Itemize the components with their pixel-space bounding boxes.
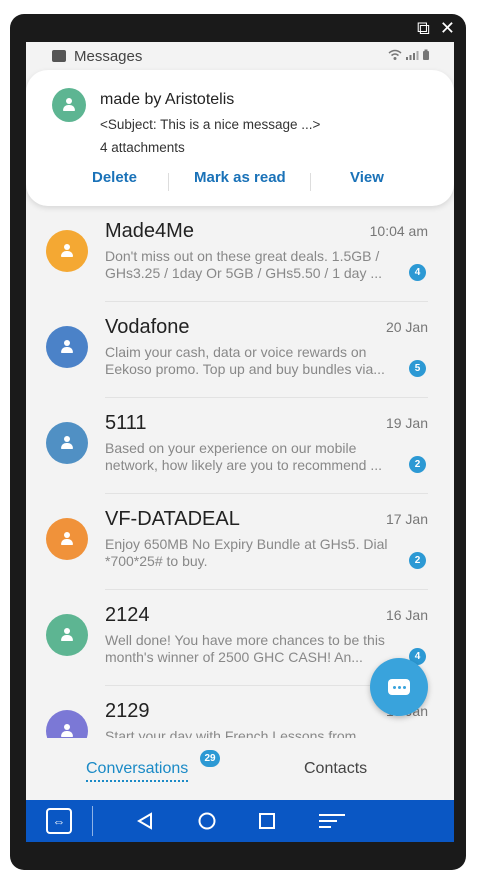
contact-avatar (46, 422, 88, 464)
navigation-bar: ⇔ (26, 800, 454, 842)
view-button[interactable]: View (350, 169, 384, 186)
conversation-preview: Enjoy 650MB No Expiry Bundle at GHs5. Di… (105, 536, 388, 569)
phone-screen: Messages made by Aristotelis <Subject: T… (26, 42, 454, 842)
mark-as-read-button[interactable]: Mark as read (194, 169, 286, 186)
contact-avatar (46, 230, 88, 272)
delete-button[interactable]: Delete (92, 169, 137, 186)
recents-icon (259, 813, 275, 829)
recents-button[interactable] (254, 800, 280, 842)
conversation-item[interactable]: Vodafone 20 Jan Claim your cash, data or… (26, 302, 454, 398)
conversation-name: Vodafone (105, 316, 190, 338)
home-button[interactable] (194, 800, 220, 842)
notification-sender: made by Aristotelis (100, 91, 235, 108)
notification-subject: <Subject: This is a nice message ...> (100, 117, 321, 132)
chat-bubble-icon (388, 679, 410, 695)
conversation-preview: Claim your cash, data or voice rewards o… (105, 344, 385, 377)
action-divider (168, 173, 169, 191)
conversations-count-badge: 29 (200, 750, 220, 767)
notification-avatar (52, 88, 86, 122)
unread-badge: 2 (409, 552, 426, 569)
tab-bar: Conversations 29 Contacts (26, 738, 454, 800)
contact-avatar (46, 326, 88, 368)
wifi-signal-battery-icon (388, 49, 429, 60)
person-icon (60, 436, 74, 450)
conversation-item[interactable]: Made4Me 10:04 am Don't miss out on these… (26, 206, 454, 302)
person-icon (60, 244, 74, 258)
popout-icon[interactable]: ⧉ (417, 18, 430, 38)
status-indicators (388, 49, 432, 64)
contact-avatar (46, 518, 88, 560)
conversation-date: 17 Jan (385, 511, 428, 527)
person-icon (60, 724, 74, 738)
conversation-name: 2129 (105, 700, 150, 722)
status-bar: Messages (26, 42, 454, 70)
back-button[interactable] (132, 800, 158, 842)
compose-button[interactable] (370, 658, 428, 716)
notification-actions: Delete Mark as read View (26, 169, 454, 195)
person-icon (60, 532, 74, 546)
unread-badge: 4 (409, 264, 426, 281)
conversation-preview: Start your day with French Lessons from (105, 728, 357, 738)
conversation-name: Made4Me (105, 220, 194, 242)
conversation-preview: Don't miss out on these great deals. 1.5… (105, 248, 383, 281)
conversation-date: 10:04 am (369, 223, 428, 239)
teamviewer-button[interactable]: ⇔ (46, 800, 72, 842)
contact-avatar (46, 710, 88, 738)
back-icon (137, 812, 152, 830)
conversation-name: VF-DATADEAL (105, 508, 240, 530)
menu-icon (319, 814, 345, 828)
conversation-name: 5111 (105, 412, 147, 434)
conversation-item[interactable]: VF-DATADEAL 17 Jan Enjoy 650MB No Expiry… (26, 494, 454, 590)
tab-contacts[interactable]: Contacts (304, 760, 367, 778)
person-icon (60, 628, 74, 642)
nav-divider (92, 806, 93, 836)
conversation-preview: Well done! You have more chances to be t… (105, 632, 385, 665)
unread-badge: 5 (409, 360, 426, 377)
unread-badge: 2 (409, 456, 426, 473)
person-icon (62, 98, 76, 112)
tab-conversations[interactable]: Conversations (86, 760, 189, 782)
menu-button[interactable] (318, 800, 348, 842)
conversation-preview: Based on your experience on our mobile n… (105, 440, 383, 473)
close-icon[interactable]: ✕ (440, 18, 455, 38)
message-notification[interactable]: made by Aristotelis <Subject: This is a … (26, 70, 454, 206)
status-app-title: Messages (74, 47, 143, 65)
conversation-name: 2124 (105, 604, 150, 626)
contact-avatar (46, 614, 88, 656)
messages-app-icon (52, 50, 66, 62)
notification-attachments: 4 attachments (100, 140, 185, 155)
action-divider (310, 173, 311, 191)
conversation-item[interactable]: 5111 19 Jan Based on your experience on … (26, 398, 454, 494)
conversation-date: 16 Jan (385, 607, 428, 623)
home-icon (198, 812, 216, 830)
window-controls: ⧉ ✕ (417, 18, 455, 38)
conversation-date: 19 Jan (385, 415, 428, 431)
teamviewer-icon: ⇔ (46, 808, 72, 834)
person-icon (60, 340, 74, 354)
conversation-date: 20 Jan (385, 319, 428, 335)
